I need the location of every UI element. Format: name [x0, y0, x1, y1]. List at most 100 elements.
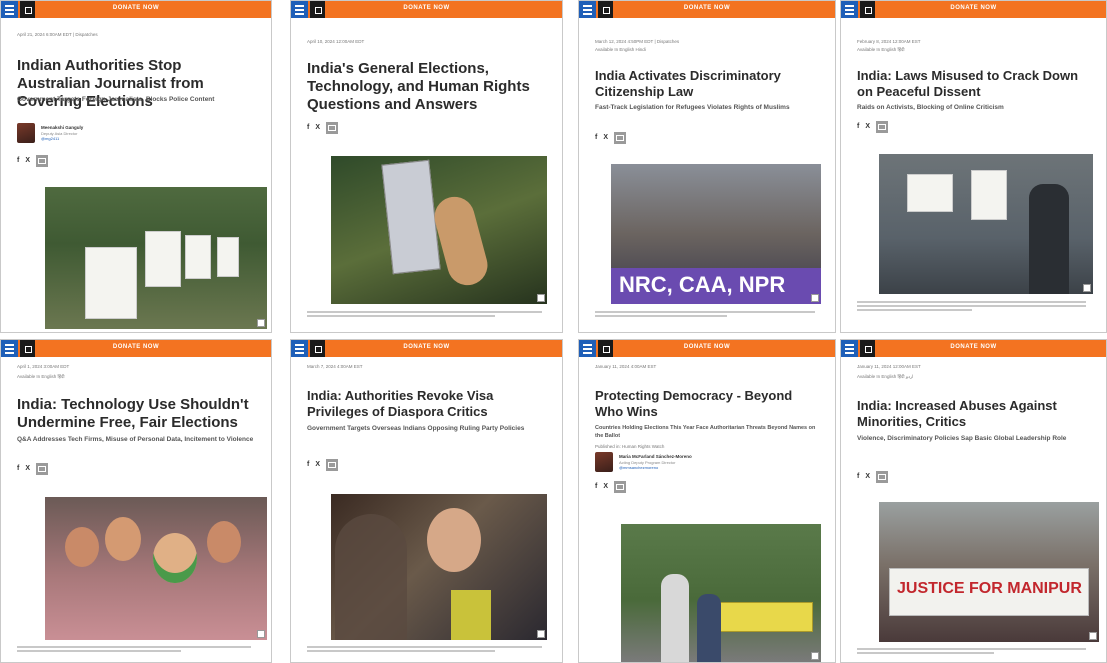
top-nav-bar: DONATE NOW — [579, 340, 835, 357]
sealed-door-notice — [907, 174, 953, 212]
share-bar: fX — [17, 460, 49, 475]
article-card-5[interactable]: DONATE NOW April 1, 2024 3:00AM EDT Avai… — [0, 339, 272, 663]
article-photo — [621, 524, 821, 662]
donate-button[interactable]: DONATE NOW — [579, 344, 835, 350]
donate-button[interactable]: DONATE NOW — [841, 5, 1106, 11]
top-nav-bar: DONATE NOW — [1, 1, 271, 18]
email-share-icon[interactable] — [36, 462, 49, 475]
article-photo — [331, 494, 547, 640]
article-card-6[interactable]: DONATE NOW March 7, 2024 4:00AM EST Indi… — [290, 339, 563, 663]
article-card-3[interactable]: DONATE NOW March 12, 2024 4:50PM EDT | D… — [578, 0, 836, 333]
donate-button[interactable]: DONATE NOW — [291, 5, 562, 11]
x-share-icon[interactable]: X — [603, 483, 608, 490]
x-share-icon[interactable]: X — [25, 157, 30, 164]
article-card-1[interactable]: DONATE NOW April 21, 2024 6:00AM EDT | D… — [0, 0, 272, 333]
facebook-share-icon[interactable]: f — [17, 465, 19, 472]
article-photo — [45, 187, 267, 329]
article-subtitle: Government Targets Overseas Indians Oppo… — [307, 425, 525, 432]
share-bar: fX — [857, 468, 889, 483]
protester — [697, 594, 721, 662]
expand-image-icon[interactable] — [537, 630, 545, 638]
article-title: India Activates Discriminatory Citizensh… — [595, 68, 781, 99]
email-share-icon[interactable] — [876, 120, 889, 133]
avatar — [595, 452, 613, 472]
article-title: India: Laws Misused to Crack Down on Pea… — [857, 68, 1079, 99]
donate-button[interactable]: DONATE NOW — [579, 5, 835, 11]
expand-image-icon[interactable] — [811, 294, 819, 302]
facebook-share-icon[interactable]: f — [857, 473, 859, 480]
article-photo: JUSTICE FOR MANIPUR — [879, 502, 1099, 642]
x-share-icon[interactable]: X — [865, 473, 870, 480]
article-subtitle: Raids on Activists, Blocking of Online C… — [857, 104, 1004, 111]
x-share-icon[interactable]: X — [315, 461, 320, 468]
expand-image-icon[interactable] — [537, 294, 545, 302]
protest-sign — [85, 247, 137, 319]
photo-caption — [595, 311, 815, 319]
expand-image-icon[interactable] — [257, 630, 265, 638]
article-title: India: Increased Abuses Against Minoriti… — [857, 398, 1057, 429]
expand-image-icon[interactable] — [1089, 632, 1097, 640]
person-face-painted — [65, 527, 99, 567]
share-bar: fX — [307, 456, 339, 471]
author-link[interactable]: @mmsanchezmoreno — [619, 465, 658, 470]
banner-text: NRC, CAA, NPR — [619, 272, 786, 297]
top-nav-bar: DONATE NOW — [841, 340, 1106, 357]
share-bar: fX — [17, 152, 49, 167]
hand — [430, 192, 492, 290]
expand-image-icon[interactable] — [811, 652, 819, 660]
email-share-icon[interactable] — [614, 480, 627, 493]
email-share-icon[interactable] — [36, 154, 49, 167]
available-languages[interactable]: Available In English Hindi — [595, 47, 646, 52]
photo-caption — [17, 646, 251, 654]
donate-button[interactable]: DONATE NOW — [291, 344, 562, 350]
person-face-painted — [207, 521, 241, 563]
donate-button[interactable]: DONATE NOW — [841, 344, 1106, 350]
x-share-icon[interactable]: X — [25, 465, 30, 472]
share-bar: fX — [595, 478, 627, 493]
yellow-scarf — [451, 590, 491, 640]
article-card-4[interactable]: DONATE NOW February 8, 2024 12:00AM EST … — [840, 0, 1107, 333]
author-link[interactable]: @mg2411 — [41, 136, 59, 141]
facebook-share-icon[interactable]: f — [595, 483, 597, 490]
article-card-8[interactable]: DONATE NOW January 11, 2024 12:00AM EST … — [840, 339, 1107, 663]
x-share-icon[interactable]: X — [603, 134, 608, 141]
article-card-7[interactable]: DONATE NOW January 11, 2024 4:00AM EST P… — [578, 339, 836, 663]
article-card-2[interactable]: DONATE NOW April 10, 2024 12:00AM EDT In… — [290, 0, 563, 333]
expand-image-icon[interactable] — [257, 319, 265, 327]
available-languages[interactable]: Available In English हिंदी — [857, 47, 905, 53]
article-date: January 11, 2024 4:00AM EST — [595, 364, 657, 369]
author-block[interactable]: Meenakshi Ganguly Deputy Asia Director @… — [17, 123, 217, 143]
person-face-painted — [153, 533, 197, 583]
article-date: March 7, 2024 4:00AM EST — [307, 364, 363, 369]
email-share-icon[interactable] — [614, 131, 627, 144]
protest-sign — [145, 231, 181, 287]
published-in[interactable]: Published in: Human Rights Watch — [595, 444, 664, 449]
facebook-share-icon[interactable]: f — [17, 157, 19, 164]
author-name: Maria McFarland Sánchez-Moreno — [619, 454, 692, 459]
facebook-share-icon[interactable]: f — [595, 134, 597, 141]
x-share-icon[interactable]: X — [315, 124, 320, 131]
expand-image-icon[interactable] — [1083, 284, 1091, 292]
screenshot-grid: DONATE NOW April 21, 2024 6:00AM EDT | D… — [0, 0, 1107, 663]
share-bar: fX — [595, 129, 627, 144]
email-share-icon[interactable] — [326, 458, 339, 471]
article-title: India's General Elections, Technology, a… — [307, 60, 530, 113]
article-date: April 21, 2024 6:00AM EDT | Dispatches — [17, 32, 98, 37]
author-block[interactable]: Maria McFarland Sánchez-Moreno Acting De… — [595, 452, 795, 472]
article-photo — [879, 154, 1093, 294]
x-share-icon[interactable]: X — [865, 123, 870, 130]
article-subtitle: Countries Holding Elections This Year Fa… — [595, 425, 816, 439]
donate-button[interactable]: DONATE NOW — [1, 344, 271, 350]
avatar — [17, 123, 35, 143]
share-bar: fX — [857, 118, 889, 133]
available-languages[interactable]: Available In English हिंदी اردو — [857, 374, 913, 380]
top-nav-bar: DONATE NOW — [1, 340, 271, 357]
email-share-icon[interactable] — [876, 470, 889, 483]
facebook-share-icon[interactable]: f — [307, 461, 309, 468]
top-nav-bar: DONATE NOW — [579, 1, 835, 18]
facebook-share-icon[interactable]: f — [857, 123, 859, 130]
facebook-share-icon[interactable]: f — [307, 124, 309, 131]
available-languages[interactable]: Available In English हिंदी — [17, 374, 65, 380]
email-share-icon[interactable] — [326, 121, 339, 134]
donate-button[interactable]: DONATE NOW — [1, 5, 271, 11]
